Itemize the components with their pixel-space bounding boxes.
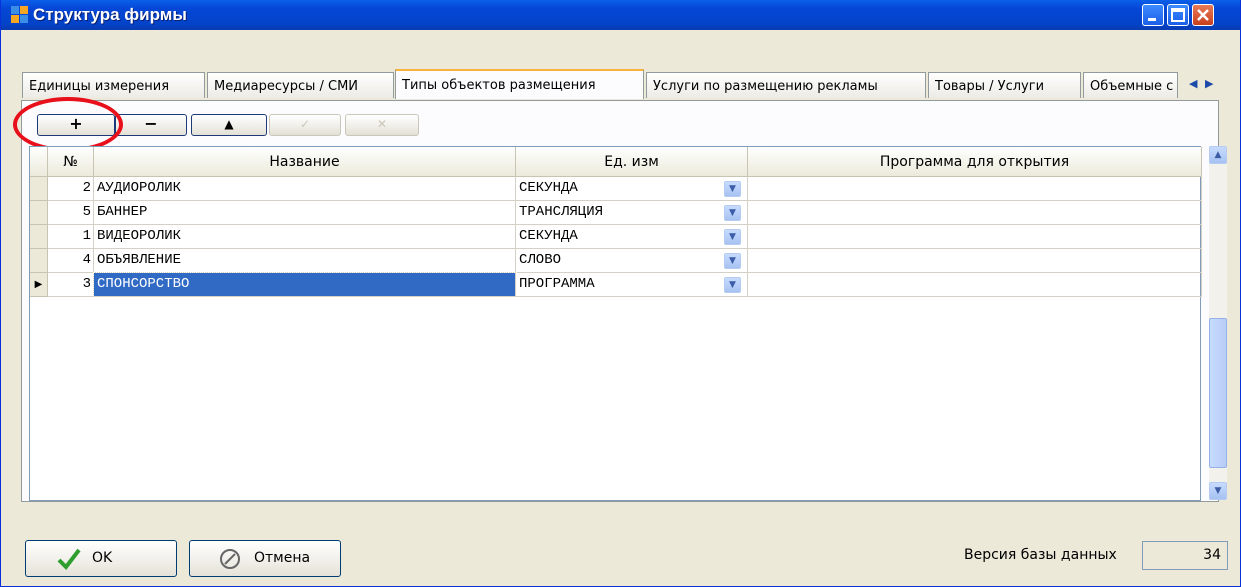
- header-unit[interactable]: Ед. изм: [516, 147, 748, 177]
- chevron-left-icon[interactable]: ◀: [1189, 77, 1197, 90]
- header-num[interactable]: №: [48, 147, 94, 177]
- minimize-button[interactable]: [1142, 4, 1164, 26]
- cell-unit[interactable]: СЛОВО: [516, 249, 748, 273]
- cell-num[interactable]: 5: [48, 201, 94, 225]
- row-selector[interactable]: [30, 177, 48, 201]
- cell-num[interactable]: 3: [48, 273, 94, 297]
- check-icon: [57, 548, 81, 571]
- main-window: Структура фирмы Единицы измерения Медиар…: [0, 0, 1241, 587]
- maximize-button[interactable]: [1167, 4, 1189, 26]
- scroll-up-icon[interactable]: ▲: [1209, 146, 1227, 164]
- tab-goods-services[interactable]: Товары / Услуги: [928, 72, 1081, 98]
- tab-ad-services[interactable]: Услуги по размещению рекламы: [646, 72, 926, 98]
- close-button[interactable]: [1192, 4, 1214, 26]
- table-row[interactable]: 2 АУДИОРОЛИК СЕКУНДА ▼: [30, 177, 1202, 201]
- cell-program[interactable]: [748, 273, 1202, 297]
- cell-program[interactable]: [748, 201, 1202, 225]
- tab-media[interactable]: Медиаресурсы / СМИ: [207, 72, 394, 98]
- cancel-row-button[interactable]: ✕: [345, 114, 419, 136]
- highlight-circle: [13, 97, 123, 152]
- cancel-button[interactable]: Отмена: [189, 540, 341, 577]
- table-row[interactable]: 5 БАННЕР ТРАНСЛЯЦИЯ ▼: [30, 201, 1202, 225]
- tab-scroll-buttons[interactable]: ◀ ▶: [1181, 74, 1217, 94]
- tab-object-types[interactable]: Типы объектов размещения: [395, 69, 644, 99]
- app-icon: [11, 6, 29, 24]
- cell-name[interactable]: БАННЕР: [94, 201, 516, 225]
- tab-volume[interactable]: Объемные с: [1083, 72, 1178, 98]
- minimize-icon: [1148, 18, 1156, 21]
- scroll-thumb[interactable]: [1209, 318, 1227, 468]
- title-bar[interactable]: Структура фирмы: [1, 0, 1240, 30]
- cell-program[interactable]: [748, 249, 1202, 273]
- cell-name[interactable]: ВИДЕОРОЛИК: [94, 225, 516, 249]
- row-selector[interactable]: [30, 201, 48, 225]
- cell-unit[interactable]: ТРАНСЛЯЦИЯ: [516, 201, 748, 225]
- data-grid[interactable]: № Название Ед. изм Программа для открыти…: [29, 146, 1202, 501]
- cancel-icon: [220, 549, 240, 569]
- db-version-value: 34: [1142, 541, 1228, 570]
- table-row[interactable]: 4 ОБЪЯВЛЕНИЕ СЛОВО ▼: [30, 249, 1202, 273]
- chevron-down-icon[interactable]: ▼: [724, 205, 741, 221]
- ok-button-label: OK: [92, 550, 113, 566]
- cell-program[interactable]: [748, 177, 1202, 201]
- vertical-scrollbar[interactable]: ▲ ▼: [1209, 146, 1227, 500]
- save-row-button[interactable]: ✓: [269, 114, 341, 136]
- window-title: Структура фирмы: [33, 5, 187, 24]
- db-version-label: Версия базы данных: [964, 547, 1117, 563]
- scroll-down-icon[interactable]: ▼: [1209, 482, 1227, 500]
- ok-button[interactable]: OK: [25, 540, 177, 577]
- close-icon: [1197, 9, 1209, 21]
- header-program[interactable]: Программа для открытия: [748, 147, 1202, 177]
- cell-program[interactable]: [748, 225, 1202, 249]
- cell-num[interactable]: 2: [48, 177, 94, 201]
- chevron-down-icon[interactable]: ▼: [724, 277, 741, 293]
- table-row[interactable]: ▶ 3 СПОНСОРСТВО ПРОГРАММА ▼: [30, 272, 1202, 298]
- move-up-button[interactable]: ▲: [191, 114, 267, 136]
- tab-units[interactable]: Единицы измерения: [22, 72, 205, 98]
- chevron-down-icon[interactable]: ▼: [724, 181, 741, 197]
- cell-name[interactable]: АУДИОРОЛИК: [94, 177, 516, 201]
- header-selector: [30, 147, 48, 177]
- remove-button[interactable]: −: [115, 114, 187, 136]
- cancel-button-label: Отмена: [254, 550, 311, 566]
- current-row-arrow-icon[interactable]: ▶: [30, 273, 48, 297]
- cell-num[interactable]: 1: [48, 225, 94, 249]
- chevron-down-icon[interactable]: ▼: [724, 229, 741, 245]
- row-selector[interactable]: [30, 249, 48, 273]
- header-name[interactable]: Название: [94, 147, 516, 177]
- cell-num[interactable]: 4: [48, 249, 94, 273]
- cell-unit[interactable]: ПРОГРАММА: [516, 273, 748, 297]
- row-selector[interactable]: [30, 225, 48, 249]
- cell-unit[interactable]: СЕКУНДА: [516, 177, 748, 201]
- cell-name[interactable]: СПОНСОРСТВО: [93, 272, 517, 298]
- chevron-down-icon[interactable]: ▼: [724, 253, 741, 269]
- cell-name[interactable]: ОБЪЯВЛЕНИЕ: [94, 249, 516, 273]
- table-row[interactable]: 1 ВИДЕОРОЛИК СЕКУНДА ▼: [30, 225, 1202, 249]
- cell-unit[interactable]: СЕКУНДА: [516, 225, 748, 249]
- maximize-icon: [1171, 8, 1185, 22]
- chevron-right-icon[interactable]: ▶: [1205, 77, 1213, 90]
